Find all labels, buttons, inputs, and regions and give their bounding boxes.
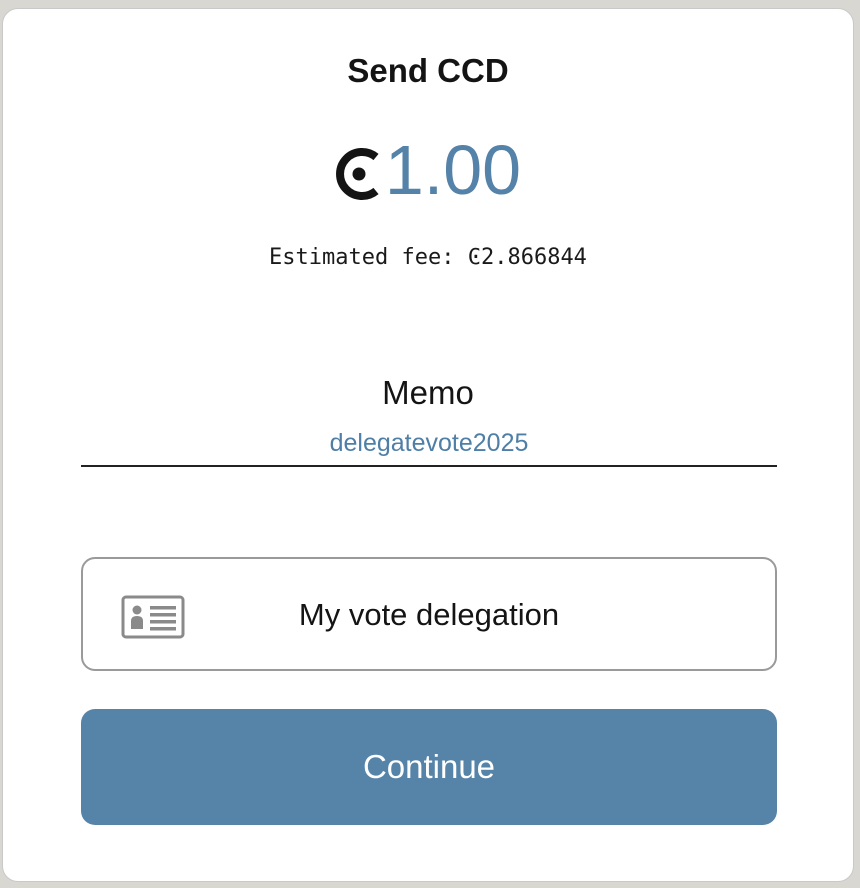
estimated-fee: Estimated fee: Ͼ2.866844 [269,245,587,270]
amount-value: 1.00 [384,131,522,209]
amount-display: 1.00 [3,127,853,213]
memo-label: Memo [382,374,474,411]
send-ccd-dialog: Send CCD 1.00 Estimated fee: Ͼ2.866844 M… [2,8,854,882]
vote-delegation-button[interactable]: My vote delegation [81,557,777,671]
dialog-title: Send CCD [347,52,509,89]
ccd-icon [335,148,379,200]
vote-delegation-label: My vote delegation [298,597,560,632]
memo-field[interactable]: delegatevote2025 [81,425,777,467]
continue-button[interactable]: Continue [81,709,777,825]
